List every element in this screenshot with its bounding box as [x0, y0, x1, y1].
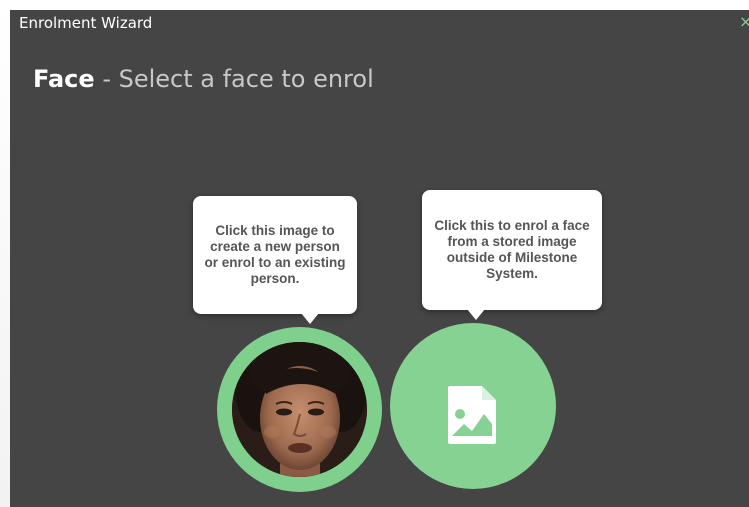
page-heading: Face - Select a face to enrol	[33, 63, 374, 95]
face-photo[interactable]	[232, 342, 367, 477]
close-button[interactable]: ×	[739, 12, 749, 32]
enrolment-wizard-window: Enrolment Wizard × Face - Select a face …	[10, 10, 749, 507]
enrol-from-image-button[interactable]	[390, 323, 556, 489]
capture-tooltip: Click this image to create a new person …	[193, 196, 357, 324]
image-file-icon	[448, 386, 496, 444]
capture-tooltip-text: Click this image to create a new person …	[204, 223, 346, 286]
window-title: Enrolment Wizard	[19, 14, 153, 32]
face-photo-graphic	[232, 342, 367, 477]
title-bar: Enrolment Wizard ×	[10, 10, 749, 38]
heading-step-name: Face	[33, 65, 95, 93]
enrol-face-button[interactable]	[217, 327, 382, 492]
upload-tooltip-text: Click this to enrol a face from a stored…	[434, 218, 590, 281]
left-edge-background	[0, 0, 10, 507]
heading-instruction: - Select a face to enrol	[94, 65, 374, 93]
upload-tooltip: Click this to enrol a face from a stored…	[422, 190, 602, 320]
